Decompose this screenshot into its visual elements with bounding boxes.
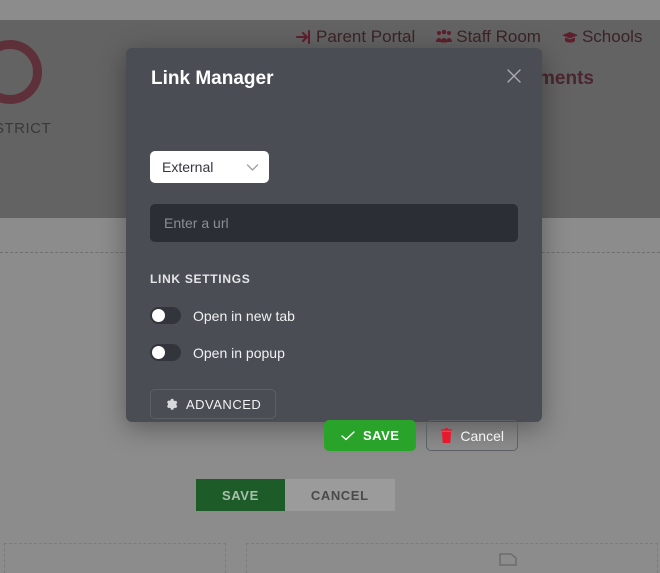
toggle-label: Open in new tab [193,308,295,324]
advanced-label: ADVANCED [186,397,261,412]
link-type-select[interactable]: External [150,151,269,183]
link-manager-modal: Link Manager External LINK SETTINGS Open… [126,48,542,422]
document-icon [498,551,518,567]
advanced-button[interactable]: ADVANCED [150,389,276,419]
cancel-button[interactable]: Cancel [426,420,518,451]
page-action-bar: SAVE CANCEL [196,479,395,511]
link-type-value: External [162,159,213,175]
save-button[interactable]: SAVE [324,420,416,451]
toggle-track [150,344,181,361]
toggle-knob [152,346,165,359]
nav-item-schools[interactable]: Schools [561,27,642,47]
sign-in-arrow-icon [295,29,313,45]
page-cancel-button[interactable]: CANCEL [285,479,395,511]
toggle-open-in-new-tab[interactable]: Open in new tab [150,307,295,324]
nav-item-label: Staff Room [456,27,541,47]
top-navigation: Parent Portal Staff Room Schools [295,27,642,47]
modal-title: Link Manager [151,68,273,90]
link-settings-heading: LINK SETTINGS [150,272,250,286]
toggle-label: Open in popup [193,345,285,361]
bottom-left-panel [4,543,226,573]
trash-icon [440,428,453,443]
toggle-knob [152,309,165,322]
modal-action-bar: SAVE Cancel [324,420,518,451]
check-icon [341,431,355,441]
page-save-button[interactable]: SAVE [196,479,285,511]
menu-item-partial[interactable]: ments [538,68,594,90]
people-group-icon [435,29,453,45]
nav-item-label: Parent Portal [316,27,415,47]
close-icon[interactable] [503,65,525,87]
gear-icon [165,398,178,411]
toggle-track [150,307,181,324]
graduation-cap-icon [561,29,579,45]
toggle-open-in-popup[interactable]: Open in popup [150,344,285,361]
chevron-down-icon [246,163,259,172]
url-input[interactable] [150,204,518,242]
save-label: SAVE [363,428,399,443]
bottom-right-panel [246,543,658,573]
logo-text: STRICT [0,120,51,137]
nav-item-label: Schools [582,27,642,47]
cancel-label: Cancel [460,428,504,444]
nav-item-parent-portal[interactable]: Parent Portal [295,27,415,47]
nav-item-staff-room[interactable]: Staff Room [435,27,541,47]
top-strip [0,0,660,20]
